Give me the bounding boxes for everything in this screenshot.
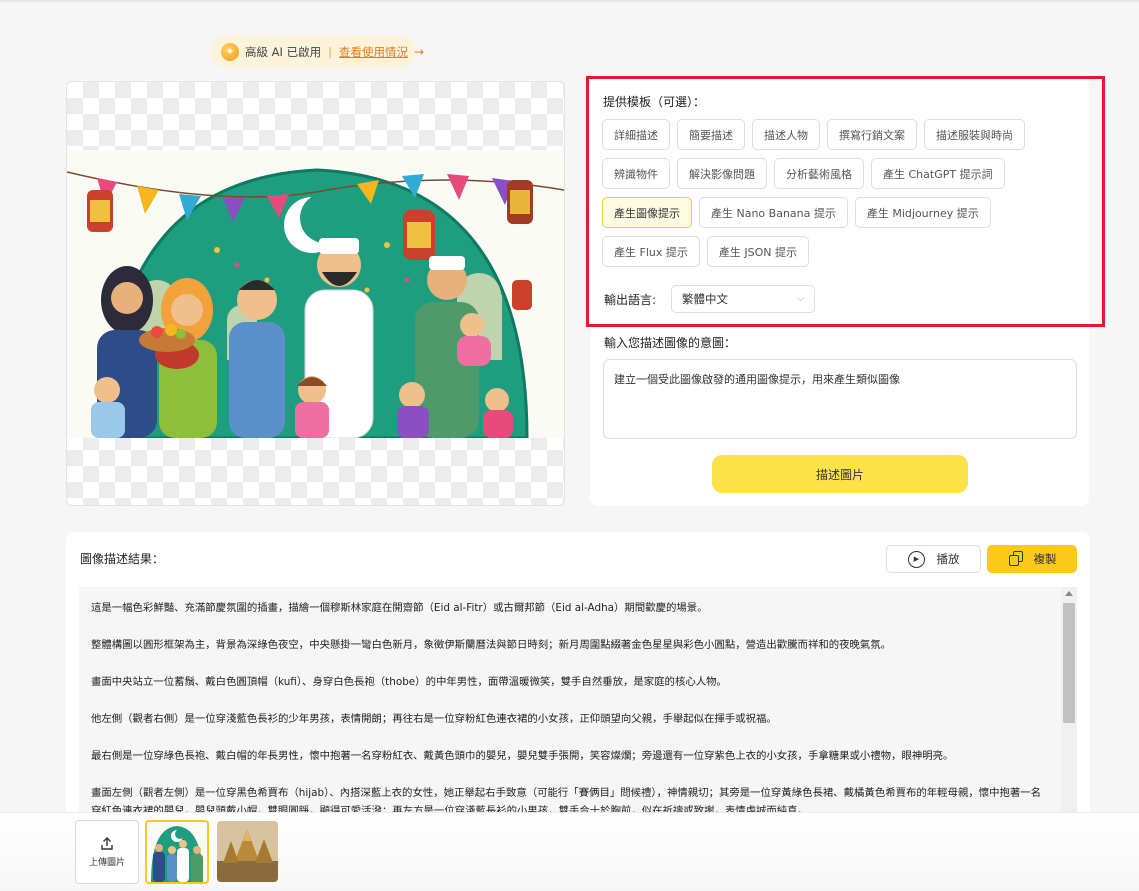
template-chip[interactable]: 詳細描述 [602,119,670,150]
template-chip-group: 詳細描述 簡要描述 描述人物 撰寫行銷文案 描述服裝與時尚辨識物件 解決影像問題 分析藝術風… [602,119,1088,267]
result-paragraph: 畫面左側（觀者左側）是一位穿黑色希賈布（hijab）、內搭深藍上衣的女性，她正舉… [91,787,1042,815]
view-usage-link[interactable]: 查看使用情況 [339,44,408,60]
sparkle-icon: ✦ [221,42,239,61]
thumbnail-image [217,821,278,882]
output-language-label: 輸出語言: [604,293,657,307]
intent-label: 輸入您描述圖像的意圖： [604,336,737,350]
result-title: 圖像描述結果： [80,552,165,566]
thumbnail-eid-family[interactable] [145,820,209,884]
top-divider [0,0,1139,2]
template-chip[interactable]: 解決影像問題 [677,158,767,189]
template-chip[interactable]: 產生 JSON 提示 [706,236,809,267]
result-paragraph: 整體構圖以圓形框架為主，背景為深綠色夜空，中央懸掛一彎白色新月，象徵伊斯蘭曆法與… [91,639,892,651]
arrow-right-icon: → [413,44,425,59]
template-chip[interactable]: 簡要描述 [677,119,745,150]
template-chip[interactable]: 產生 Nano Banana 提示 [699,197,848,228]
scroll-up-arrow-icon[interactable] [1065,591,1073,596]
image-preview [66,81,565,506]
play-icon: ▶ [907,550,925,568]
intent-input[interactable]: 建立一個受此圖像啟發的通用圖像提示，用來產生類似圖像 [603,359,1077,439]
result-paragraph: 這是一幅色彩鮮豔、充滿節慶氛圍的插畫，描繪一個穆斯林家庭在開齋節（Eid al-… [91,602,708,614]
template-chip[interactable]: 產生 Midjourney 提示 [854,197,991,228]
template-chip[interactable]: 產生 Flux 提示 [602,236,700,267]
scrollbar-thumb[interactable] [1063,603,1075,723]
copy-button[interactable]: 複製 [987,545,1077,573]
result-paragraph: 畫面中央站立一位蓄鬚、戴白色圓頂帽（kufi）、身穿白色長袍（thobe）的中年… [91,676,727,688]
upload-image-button[interactable]: 上傳圖片 [75,820,139,884]
result-paragraph: 最右側是一位穿綠色長袍、戴白帽的年長男性，懷中抱著一名穿粉紅衣、戴黃色頭巾的嬰兒… [91,750,954,762]
ai-status-text: 高級 AI 已啟用 [245,44,322,59]
status-separator: | [328,44,332,59]
thumbnail-golden-pagodas[interactable] [217,821,278,882]
output-language-select[interactable]: 繁體中文 ⌵ [671,285,815,313]
upload-label: 上傳圖片 [88,857,125,868]
result-paragraph: 他左側（觀者右側）是一位穿淺藍色長衫的少年男孩，表情開朗；再往右是一位穿粉紅色連… [91,713,777,725]
copy-label: 複製 [1033,552,1057,566]
ai-status-pill: ✦ 高級 AI 已啟用 | 查看使用情況 → [211,35,424,68]
upload-icon [101,836,113,850]
template-chip[interactable]: 產生圖像提示 [602,197,692,228]
uploaded-image [67,150,564,438]
play-label: 播放 [936,552,960,566]
output-language-value: 繁體中文 [682,292,728,306]
template-chip[interactable]: 描述服裝與時尚 [924,119,1025,150]
template-title: 提供模板（可選）： [603,95,706,109]
copy-icon [1008,551,1024,567]
result-scrollbar[interactable] [1061,587,1077,815]
template-chip[interactable]: 產生 ChatGPT 提示詞 [871,158,1005,189]
chevron-down-icon: ⌵ [797,294,804,304]
template-chip[interactable]: 分析藝術風格 [774,158,864,189]
template-chip[interactable]: 辨識物件 [602,158,670,189]
play-button[interactable]: ▶ 播放 [886,545,981,573]
thumbnail-image [147,822,207,882]
describe-image-button[interactable]: 描述圖片 [712,455,968,493]
template-chip[interactable]: 描述人物 [752,119,820,150]
template-chip[interactable]: 撰寫行銷文案 [827,119,917,150]
result-text-area[interactable]: 這是一幅色彩鮮豔、充滿節慶氛圍的插畫，描繪一個穆斯林家庭在開齋節（Eid al-… [79,587,1061,815]
